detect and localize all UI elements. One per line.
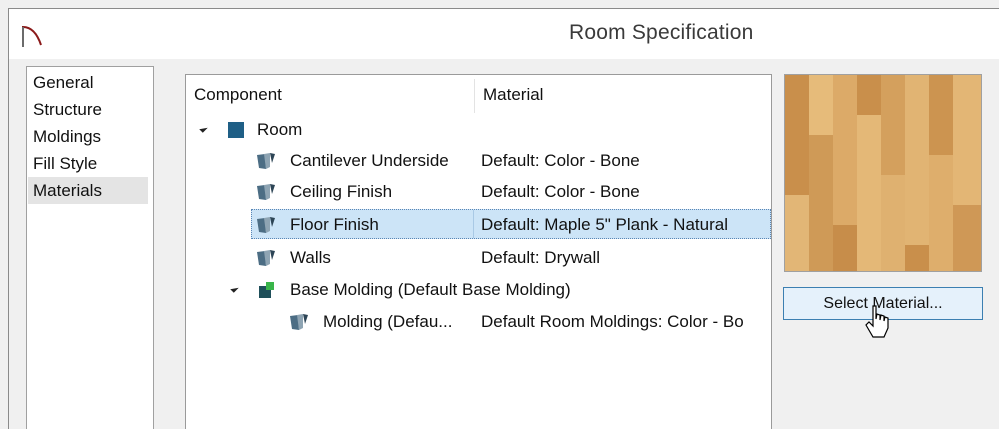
molding-icon: [259, 282, 274, 298]
tree-row-floor-finish[interactable]: Floor Finish Default: Maple 5" Plank - N…: [186, 209, 771, 240]
material-swatch-icon: [257, 184, 275, 200]
material-value: Default Room Moldings: Color - Bo: [481, 312, 744, 331]
selection-column-separator: [473, 210, 474, 238]
window-title: Room Specification: [569, 21, 754, 44]
collapse-arrow-icon[interactable]: [199, 124, 208, 133]
component-label: Floor Finish: [290, 215, 379, 234]
material-swatch-icon: [257, 153, 275, 169]
collapse-arrow-icon[interactable]: [230, 284, 239, 293]
component-label: Base Molding (Default Base Molding): [290, 280, 571, 299]
material-swatch-icon: [257, 217, 275, 233]
material-swatch-icon: [290, 314, 308, 330]
column-header-component[interactable]: Component: [194, 75, 282, 115]
material-value: Default: Color - Bone: [481, 182, 640, 201]
tab-moldings[interactable]: Moldings: [28, 123, 148, 150]
material-value: Default: Drywall: [481, 248, 601, 267]
title-bar[interactable]: Room Specification: [9, 9, 999, 59]
tab-general[interactable]: General: [28, 69, 148, 96]
component-label: Molding (Defau...: [323, 312, 453, 331]
tab-fill-style[interactable]: Fill Style: [28, 150, 148, 177]
maple-plank-texture-preview: [784, 74, 982, 272]
column-header-material[interactable]: Material: [483, 75, 543, 115]
component-label: Walls: [290, 248, 331, 267]
component-material-tree: Component Material Room Cantilever Under…: [185, 74, 772, 429]
component-label: Ceiling Finish: [290, 182, 393, 201]
chief-architect-arch-icon: [20, 24, 44, 48]
material-value: Default: Maple 5" Plank - Natural: [481, 215, 728, 234]
mouse-pointer-icon: [865, 305, 889, 338]
tree-row-base-molding[interactable]: Base Molding (Default Base Molding): [186, 274, 771, 305]
material-swatch-icon: [257, 250, 275, 266]
material-value: Default: Color - Bone: [481, 151, 640, 170]
component-label: Room: [257, 120, 303, 139]
tab-structure[interactable]: Structure: [28, 96, 148, 123]
category-list: General Structure Moldings Fill Style Ma…: [26, 66, 154, 429]
wood-texture-image: [785, 75, 981, 271]
tree-row-walls[interactable]: Walls Default: Drywall: [186, 242, 771, 273]
tree-row-cantilever-underside[interactable]: Cantilever Underside Default: Color - Bo…: [186, 145, 771, 176]
column-divider[interactable]: [474, 79, 475, 113]
component-label: Cantilever Underside: [290, 151, 449, 170]
tab-materials[interactable]: Materials: [28, 177, 148, 204]
room-square-icon: [228, 122, 244, 138]
tree-row-room[interactable]: Room: [186, 114, 771, 145]
tree-row-ceiling-finish[interactable]: Ceiling Finish Default: Color - Bone: [186, 176, 771, 207]
tree-row-molding[interactable]: Molding (Defau... Default Room Moldings:…: [186, 306, 771, 337]
